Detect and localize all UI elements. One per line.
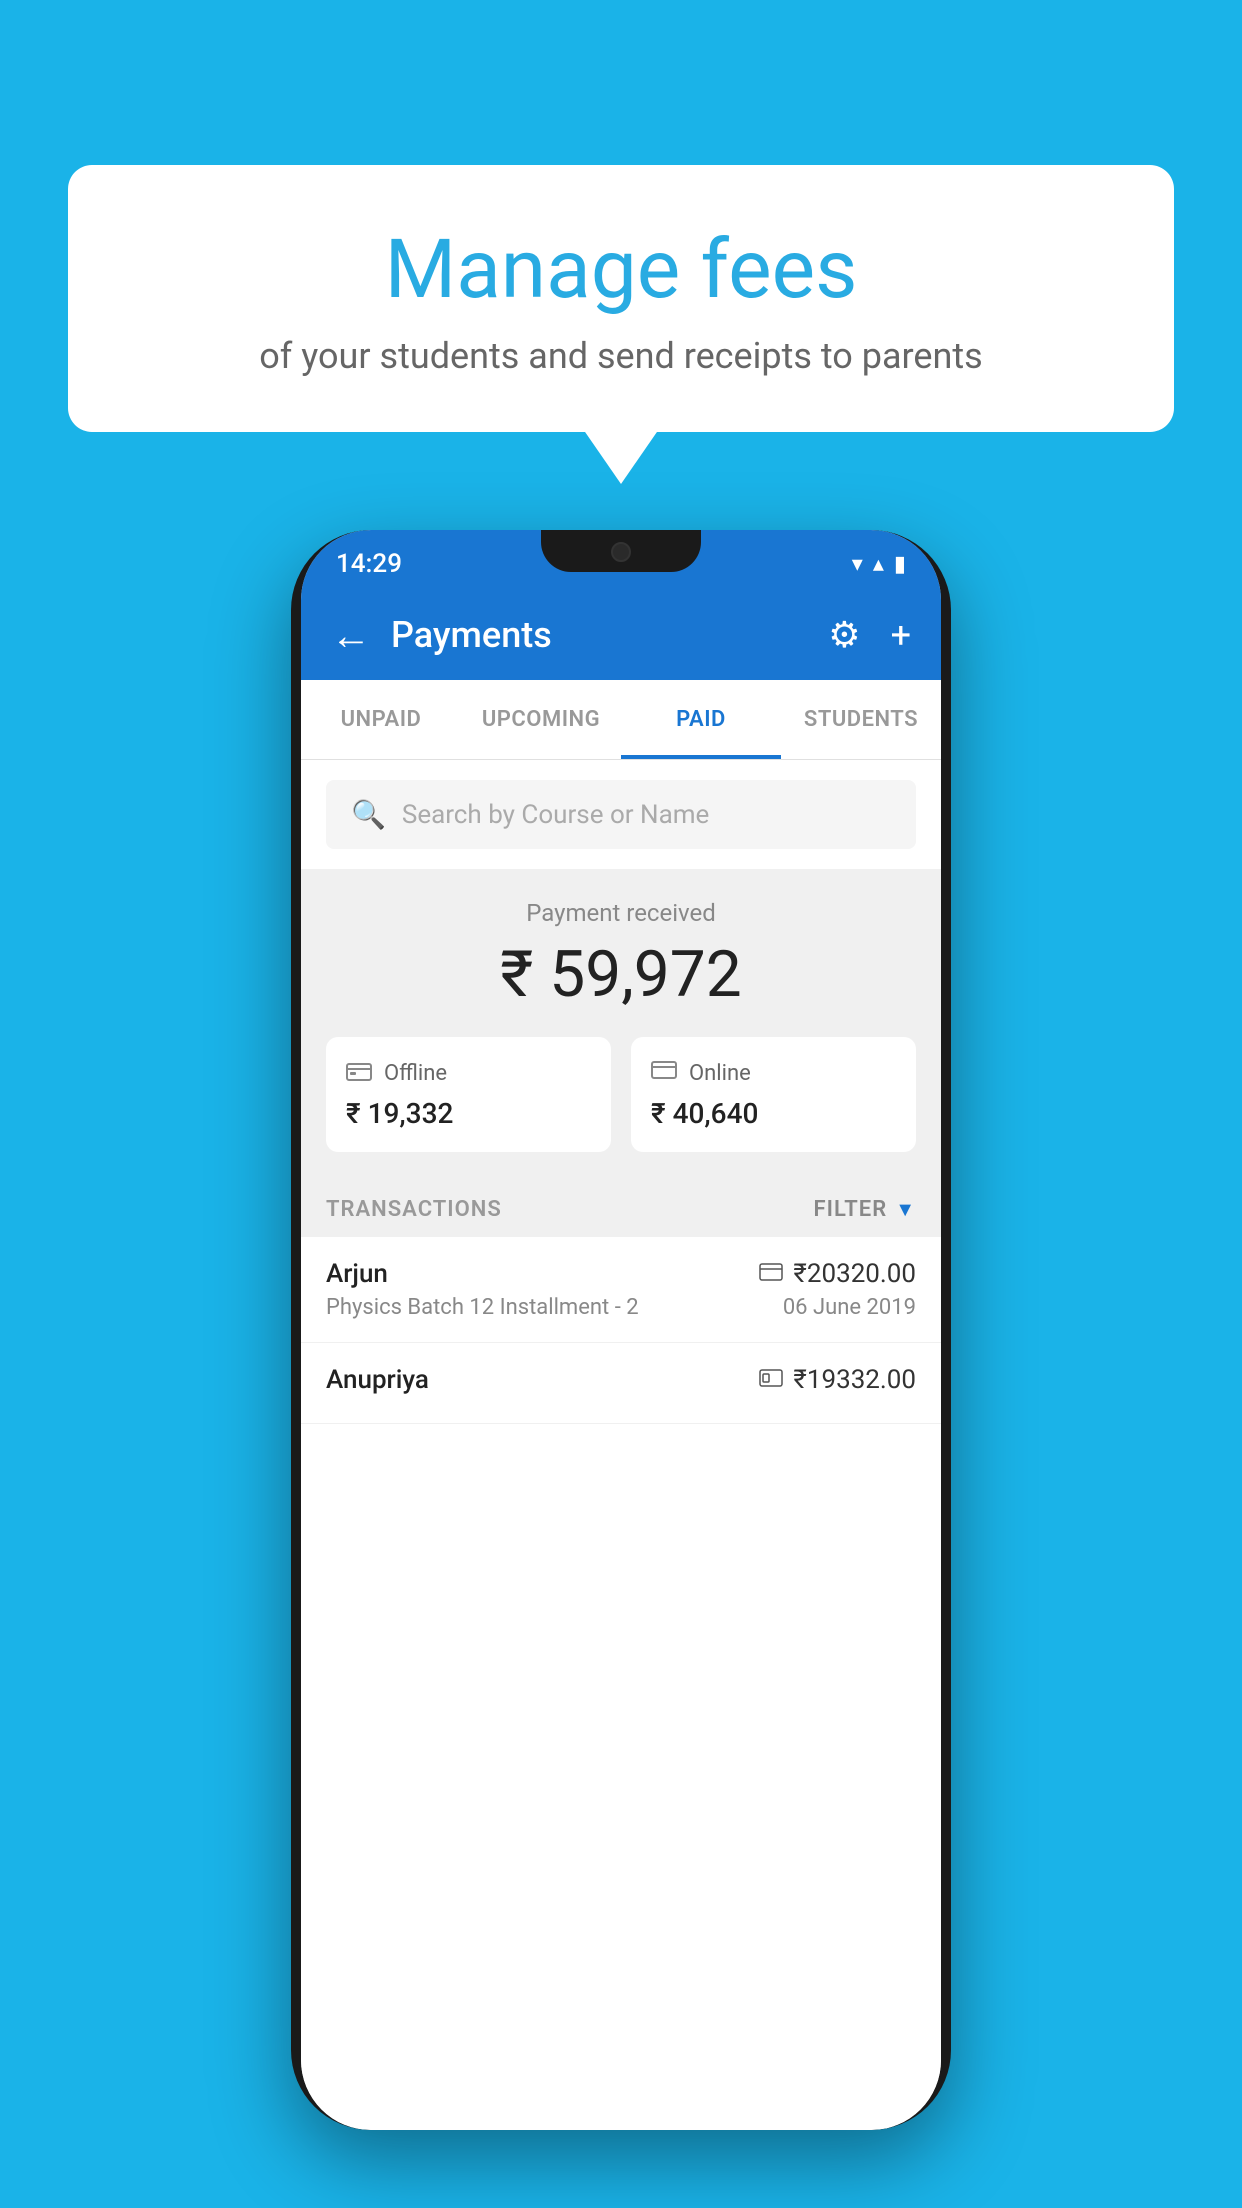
app-bar-actions: ⚙ +: [828, 614, 911, 656]
add-icon[interactable]: +: [891, 614, 911, 656]
offline-card: Offline ₹ 19,332: [326, 1037, 611, 1152]
app-bar: ← Payments ⚙ +: [301, 590, 941, 680]
back-button[interactable]: ←: [331, 612, 371, 659]
filter-button[interactable]: FILTER ▼: [814, 1197, 916, 1222]
phone-body: 14:29 ▾ ▴ ▮ ← Payments ⚙ + UNPAID: [291, 530, 951, 2130]
tab-students[interactable]: STUDENTS: [781, 680, 941, 759]
transaction-name-anupriya: Anupriya: [326, 1365, 429, 1395]
status-icons: ▾ ▴ ▮: [852, 552, 906, 577]
transaction-course-arjun: Physics Batch 12 Installment - 2: [326, 1295, 639, 1320]
bubble-title: Manage fees: [128, 225, 1114, 315]
transaction-row2-arjun: Physics Batch 12 Installment - 2 06 June…: [326, 1295, 916, 1320]
transaction-name-arjun: Arjun: [326, 1259, 388, 1289]
wifi-icon: ▾: [852, 552, 863, 577]
filter-icon: ▼: [895, 1197, 916, 1222]
tab-unpaid[interactable]: UNPAID: [301, 680, 461, 759]
payment-cards: Offline ₹ 19,332 Online: [326, 1037, 916, 1152]
payment-received-label: Payment received: [326, 899, 916, 927]
transaction-amount-row-anupriya: ₹19332.00: [759, 1365, 916, 1395]
offline-icon: [346, 1059, 372, 1087]
transaction-row1-arjun: Arjun ₹20320.00: [326, 1259, 916, 1289]
speech-bubble: Manage fees of your students and send re…: [68, 165, 1174, 432]
transactions-header: TRANSACTIONS FILTER ▼: [301, 1177, 941, 1237]
transaction-list: Arjun ₹20320.00 Physics: [301, 1237, 941, 2130]
battery-icon: ▮: [894, 552, 906, 577]
transaction-amount-anupriya: ₹19332.00: [793, 1365, 916, 1395]
transaction-row1-anupriya: Anupriya ₹19332.00: [326, 1365, 916, 1395]
app-bar-title: Payments: [391, 614, 828, 656]
offline-amount: ₹ 19,332: [346, 1097, 591, 1130]
online-card-header: Online: [651, 1059, 896, 1087]
settings-icon[interactable]: ⚙: [828, 614, 860, 656]
search-container: 🔍 Search by Course or Name: [301, 760, 941, 869]
filter-label: FILTER: [814, 1197, 888, 1222]
speech-bubble-container: Manage fees of your students and send re…: [68, 165, 1174, 432]
transaction-item-anupriya[interactable]: Anupriya ₹19332.00: [301, 1343, 941, 1424]
phone-screen: 14:29 ▾ ▴ ▮ ← Payments ⚙ + UNPAID: [301, 530, 941, 2130]
online-card: Online ₹ 40,640: [631, 1037, 916, 1152]
status-time: 14:29: [336, 549, 402, 579]
search-placeholder-text: Search by Course or Name: [402, 800, 709, 830]
transaction-amount-row-arjun: ₹20320.00: [759, 1259, 916, 1289]
bubble-subtitle: of your students and send receipts to pa…: [128, 335, 1114, 377]
tab-upcoming[interactable]: UPCOMING: [461, 680, 621, 759]
transaction-amount-arjun: ₹20320.00: [793, 1259, 916, 1289]
search-input-wrapper[interactable]: 🔍 Search by Course or Name: [326, 780, 916, 849]
phone-notch: [541, 530, 701, 572]
transactions-label: TRANSACTIONS: [326, 1197, 502, 1222]
transaction-cash-icon-anupriya: [759, 1368, 783, 1393]
phone-mockup: 14:29 ▾ ▴ ▮ ← Payments ⚙ + UNPAID: [291, 530, 951, 2130]
transaction-card-icon-arjun: [759, 1262, 783, 1287]
tab-paid[interactable]: PAID: [621, 680, 781, 759]
signal-icon: ▴: [873, 552, 884, 577]
transaction-item-arjun[interactable]: Arjun ₹20320.00 Physics: [301, 1237, 941, 1343]
online-label: Online: [689, 1061, 751, 1086]
payment-summary: Payment received ₹ 59,972: [301, 869, 941, 1177]
search-icon: 🔍: [351, 798, 386, 831]
payment-total-amount: ₹ 59,972: [326, 937, 916, 1012]
phone-camera: [611, 542, 631, 562]
offline-label: Offline: [384, 1061, 447, 1086]
online-amount: ₹ 40,640: [651, 1097, 896, 1130]
offline-card-header: Offline: [346, 1059, 591, 1087]
transaction-date-arjun: 06 June 2019: [783, 1295, 916, 1320]
online-icon: [651, 1059, 677, 1087]
tabs-bar: UNPAID UPCOMING PAID STUDENTS: [301, 680, 941, 760]
